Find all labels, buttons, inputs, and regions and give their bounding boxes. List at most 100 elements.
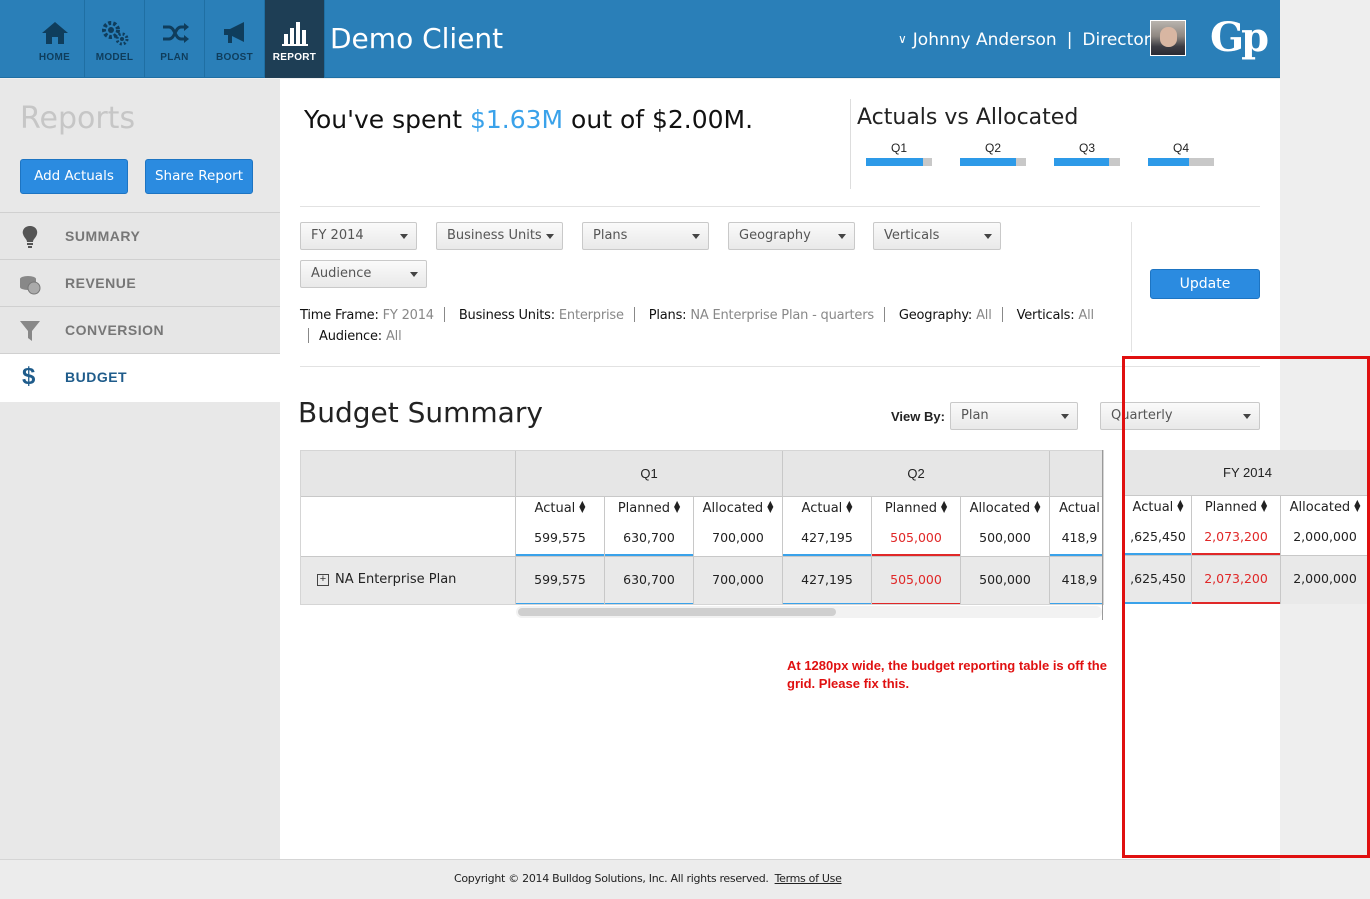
total-cell: 500,000 bbox=[961, 521, 1050, 557]
plans-select[interactable]: Plans bbox=[582, 222, 709, 250]
cell-underline bbox=[872, 554, 960, 556]
sort-icon[interactable]: ▲ ▼ bbox=[767, 500, 773, 514]
share-report-button[interactable]: Share Report bbox=[145, 159, 253, 194]
user-menu[interactable]: ∨ Johnny Anderson | Director bbox=[898, 30, 1151, 50]
verticals-select[interactable]: Verticals bbox=[873, 222, 1001, 250]
update-button[interactable]: Update bbox=[1150, 269, 1260, 299]
terms-of-use-link[interactable]: Terms of Use bbox=[775, 872, 842, 885]
annotation-note: At 1280px wide, the budget reporting tab… bbox=[787, 658, 1107, 691]
logo: Gp bbox=[1210, 14, 1269, 61]
sort-icon[interactable]: ▲ ▼ bbox=[846, 500, 852, 514]
column-header-label: Planned bbox=[884, 501, 937, 516]
coins-icon bbox=[20, 276, 41, 295]
nav-plan-label: PLAN bbox=[160, 52, 189, 63]
column-header[interactable]: Planned ▲ ▼ bbox=[605, 497, 694, 521]
sidebar-item-label: REVENUE bbox=[65, 275, 137, 291]
group-header-q1: Q1 bbox=[516, 451, 783, 497]
column-header[interactable]: Actual bbox=[1050, 497, 1103, 521]
budget-summary-title: Budget Summary bbox=[298, 396, 543, 429]
divider bbox=[300, 206, 1260, 207]
table-cell: 630,700 bbox=[605, 557, 694, 604]
nav-report[interactable]: REPORT bbox=[265, 0, 325, 78]
quarter-label: Q1 bbox=[890, 141, 907, 155]
chevron-down-icon: ∨ bbox=[898, 32, 907, 46]
sort-icon[interactable]: ▲ ▼ bbox=[674, 500, 680, 514]
audience-label: Audience: bbox=[319, 329, 382, 344]
nav-home[interactable]: HOME bbox=[25, 0, 85, 78]
cell-value: 505,000 bbox=[890, 530, 942, 545]
funnel-icon bbox=[20, 321, 40, 341]
plans-label: Plans: bbox=[648, 308, 687, 323]
geography-value: All bbox=[976, 308, 992, 323]
nav-model[interactable]: MODEL bbox=[85, 0, 145, 78]
audience-value: All bbox=[385, 329, 402, 344]
avatar[interactable] bbox=[1150, 20, 1186, 56]
verticals-select-value: Verticals bbox=[884, 228, 940, 243]
table-totals-label bbox=[301, 497, 516, 557]
shuffle-icon bbox=[162, 23, 189, 43]
sidebar-item-conversion[interactable]: CONVERSION bbox=[0, 306, 280, 353]
nav-boost[interactable]: BOOST bbox=[205, 0, 265, 78]
cell-value: 630,700 bbox=[623, 572, 675, 587]
sort-icon[interactable]: ▲ ▼ bbox=[579, 500, 585, 514]
geography-label: Geography: bbox=[898, 308, 973, 323]
business-units-value: Enterprise bbox=[558, 308, 624, 323]
cell-value: 418,9 bbox=[1061, 530, 1098, 545]
sort-icon[interactable]: ▲ ▼ bbox=[941, 500, 947, 514]
dollar-icon: $ bbox=[22, 363, 36, 390]
column-header[interactable]: Actual ▲ ▼ bbox=[783, 497, 872, 521]
column-header[interactable]: Planned ▲ ▼ bbox=[872, 497, 961, 521]
geography-select[interactable]: Geography bbox=[728, 222, 855, 250]
total-cell: 630,700 bbox=[605, 521, 694, 557]
sidebar-item-revenue[interactable]: REVENUE bbox=[0, 259, 280, 306]
cell-underline bbox=[516, 554, 604, 556]
home-icon bbox=[41, 22, 68, 44]
verticals-label: Verticals: bbox=[1016, 308, 1075, 323]
horizontal-scrollbar[interactable] bbox=[518, 608, 836, 616]
cell-underline bbox=[1050, 603, 1103, 604]
column-header[interactable]: Actual ▲ ▼ bbox=[516, 497, 605, 521]
column-header[interactable]: Allocated ▲ ▼ bbox=[694, 497, 783, 521]
quarter-bar: Q2 bbox=[960, 141, 1026, 166]
cell-value: 500,000 bbox=[979, 530, 1031, 545]
sidebar-item-budget[interactable]: $ BUDGET bbox=[0, 353, 280, 402]
spent-amount: $1.63M bbox=[469, 105, 564, 134]
view-by-select-value: Plan bbox=[961, 408, 989, 423]
fy-select[interactable]: FY 2014 bbox=[300, 222, 417, 250]
total-cell: 418,9 bbox=[1050, 521, 1103, 557]
spent-summary: You've spent $1.63M out of $2.00M. bbox=[304, 105, 753, 134]
table-cell: 505,000 bbox=[872, 557, 961, 604]
add-actuals-button[interactable]: Add Actuals bbox=[20, 159, 128, 194]
cell-value: 427,195 bbox=[801, 530, 853, 545]
annotation-highlight-box bbox=[1122, 356, 1370, 858]
quarter-bar: Q3 bbox=[1054, 141, 1120, 166]
table-clip-edge bbox=[1102, 450, 1103, 620]
geography-select-value: Geography bbox=[739, 228, 811, 243]
filter-summary-line: Audience: All bbox=[308, 328, 402, 344]
quarter-label: Q2 bbox=[984, 141, 1001, 155]
quarter-fill bbox=[866, 158, 923, 166]
audience-select[interactable]: Audience bbox=[300, 260, 427, 288]
business-units-select[interactable]: Business Units bbox=[436, 222, 563, 250]
sidebar-item-summary[interactable]: SUMMARY bbox=[0, 212, 280, 259]
nav-model-label: MODEL bbox=[95, 52, 134, 63]
group-header-q3 bbox=[1050, 451, 1103, 497]
total-cell: 700,000 bbox=[694, 521, 783, 557]
quarter-bar: Q4 bbox=[1148, 141, 1214, 166]
total-cell: 427,195 bbox=[783, 521, 872, 557]
actuals-vs-allocated-title: Actuals vs Allocated bbox=[857, 105, 1079, 130]
gears-icon bbox=[101, 21, 128, 46]
view-by-select[interactable]: Plan bbox=[950, 402, 1078, 430]
expand-icon[interactable]: + bbox=[317, 574, 329, 586]
cell-underline bbox=[1050, 554, 1103, 556]
quarter-track bbox=[1054, 158, 1120, 166]
quarter-label: Q3 bbox=[1078, 141, 1095, 155]
cell-underline bbox=[783, 554, 871, 556]
quarter-fill bbox=[1054, 158, 1110, 166]
total-cell: 599,575 bbox=[516, 521, 605, 557]
nav-plan[interactable]: PLAN bbox=[145, 0, 205, 78]
table-cell: 500,000 bbox=[961, 557, 1050, 604]
sort-icon[interactable]: ▲ ▼ bbox=[1034, 500, 1040, 514]
quarter-label: Q4 bbox=[1172, 141, 1189, 155]
column-header[interactable]: Allocated ▲ ▼ bbox=[961, 497, 1050, 521]
